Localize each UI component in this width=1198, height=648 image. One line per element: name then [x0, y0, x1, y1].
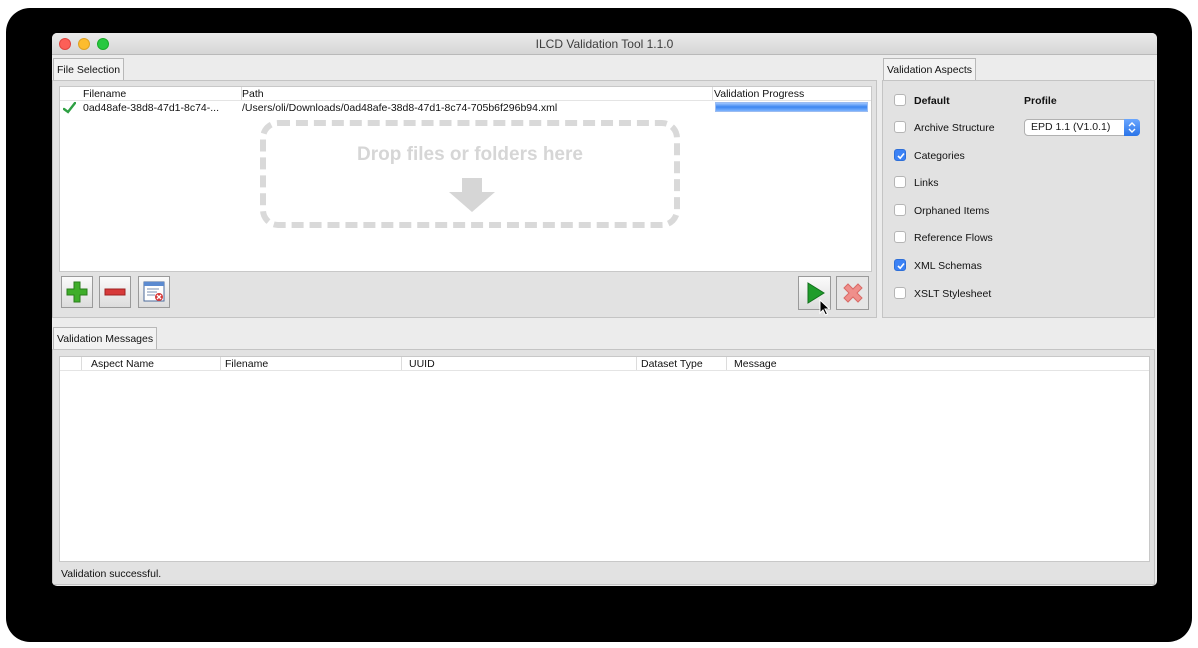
- validation-messages-panel: Aspect Name Filename UUID Dataset Type M…: [52, 349, 1155, 585]
- file-table: Filename Path Validation Progress 0ad48a…: [59, 86, 872, 272]
- drop-hint-text: Drop files or folders here: [357, 144, 583, 165]
- column-header-progress[interactable]: Validation Progress: [714, 88, 804, 100]
- tab-validation-aspects[interactable]: Validation Aspects: [883, 58, 977, 81]
- row-filename: 0ad48afe-38d8-47d1-8c74-...: [83, 102, 220, 114]
- check-icon: [62, 101, 77, 117]
- aspect-checkbox[interactable]: [894, 286, 906, 299]
- tab-validation-messages[interactable]: Validation Messages: [53, 327, 158, 350]
- aspect-checkbox[interactable]: [894, 203, 906, 216]
- stop-validation-button[interactable]: [836, 276, 869, 310]
- aspect-checkbox-label: Categories: [914, 149, 965, 162]
- file-selection-panel: Filename Path Validation Progress 0ad48a…: [52, 80, 877, 318]
- checkmark-icon: [897, 262, 905, 270]
- column-header-path[interactable]: Path: [242, 88, 264, 100]
- title-bar[interactable]: ILCD Validation Tool 1.1.0: [52, 33, 1157, 55]
- status-text: Validation successful.: [61, 568, 162, 580]
- checkmark-icon: [897, 152, 905, 159]
- column-divider: [81, 357, 82, 370]
- column-divider: [401, 357, 402, 370]
- column-divider: [220, 357, 221, 370]
- column-divider: [636, 357, 637, 370]
- profile-label: Profile: [1024, 95, 1057, 107]
- aspect-checkbox-label: Archive Structure: [914, 122, 995, 134]
- drop-zone[interactable]: Drop files or folders here: [260, 120, 680, 228]
- aspect-checkbox[interactable]: [894, 121, 906, 133]
- remove-files-button[interactable]: [99, 276, 131, 308]
- default-checkbox[interactable]: [894, 94, 906, 106]
- column-header-filename[interactable]: Filename: [83, 88, 126, 100]
- header-divider: [60, 370, 1149, 371]
- down-arrow-icon: [449, 178, 495, 215]
- aspect-checkbox-label: XML Schemas: [914, 260, 982, 272]
- aspect-checkbox-label: XSLT Stylesheet: [914, 287, 992, 300]
- select-stepper-icon: [1124, 119, 1140, 136]
- default-label: Default: [914, 95, 950, 107]
- profile-select[interactable]: EPD 1.1 (V1.0.1): [1024, 119, 1140, 136]
- app-window: ILCD Validation Tool 1.1.0 File Selectio…: [52, 33, 1157, 586]
- clear-list-button[interactable]: [138, 276, 170, 308]
- aspect-checkbox[interactable]: [894, 176, 906, 189]
- aspect-checkbox[interactable]: [894, 231, 906, 244]
- column-header-filename[interactable]: Filename: [225, 358, 268, 370]
- column-header-dataset-type[interactable]: Dataset Type: [641, 358, 703, 370]
- validation-progress-fill: [716, 103, 867, 111]
- messages-table: Aspect Name Filename UUID Dataset Type M…: [59, 356, 1150, 562]
- tab-file-selection[interactable]: File Selection: [53, 58, 125, 81]
- column-header-aspect[interactable]: Aspect Name: [91, 358, 154, 370]
- mouse-cursor-icon: [819, 298, 831, 319]
- column-header-message[interactable]: Message: [734, 358, 777, 370]
- row-path: /Users/oli/Downloads/0ad48afe-38d8-47d1-…: [242, 102, 558, 114]
- aspect-checkbox-label: Reference Flows: [914, 232, 993, 245]
- aspect-checkbox[interactable]: [894, 148, 906, 161]
- aspect-checkbox-label: Orphaned Items: [914, 204, 990, 217]
- column-header-uuid[interactable]: UUID: [409, 358, 435, 370]
- validation-aspects-panel: Default Profile EPD 1.1 (V1.0.1) Archive…: [882, 80, 1155, 318]
- aspect-checkbox-label: Links: [914, 177, 939, 190]
- aspect-checkbox[interactable]: [894, 259, 906, 271]
- column-divider: [726, 357, 727, 370]
- column-divider: [712, 87, 713, 100]
- add-files-button[interactable]: [61, 276, 93, 308]
- window-title: ILCD Validation Tool 1.1.0: [535, 37, 674, 51]
- profile-select-value: EPD 1.1 (V1.0.1): [1031, 121, 1111, 133]
- table-row[interactable]: 0ad48afe-38d8-47d1-8c74-... /Users/oli/D…: [60, 101, 871, 115]
- validation-progress-bar: [715, 102, 868, 112]
